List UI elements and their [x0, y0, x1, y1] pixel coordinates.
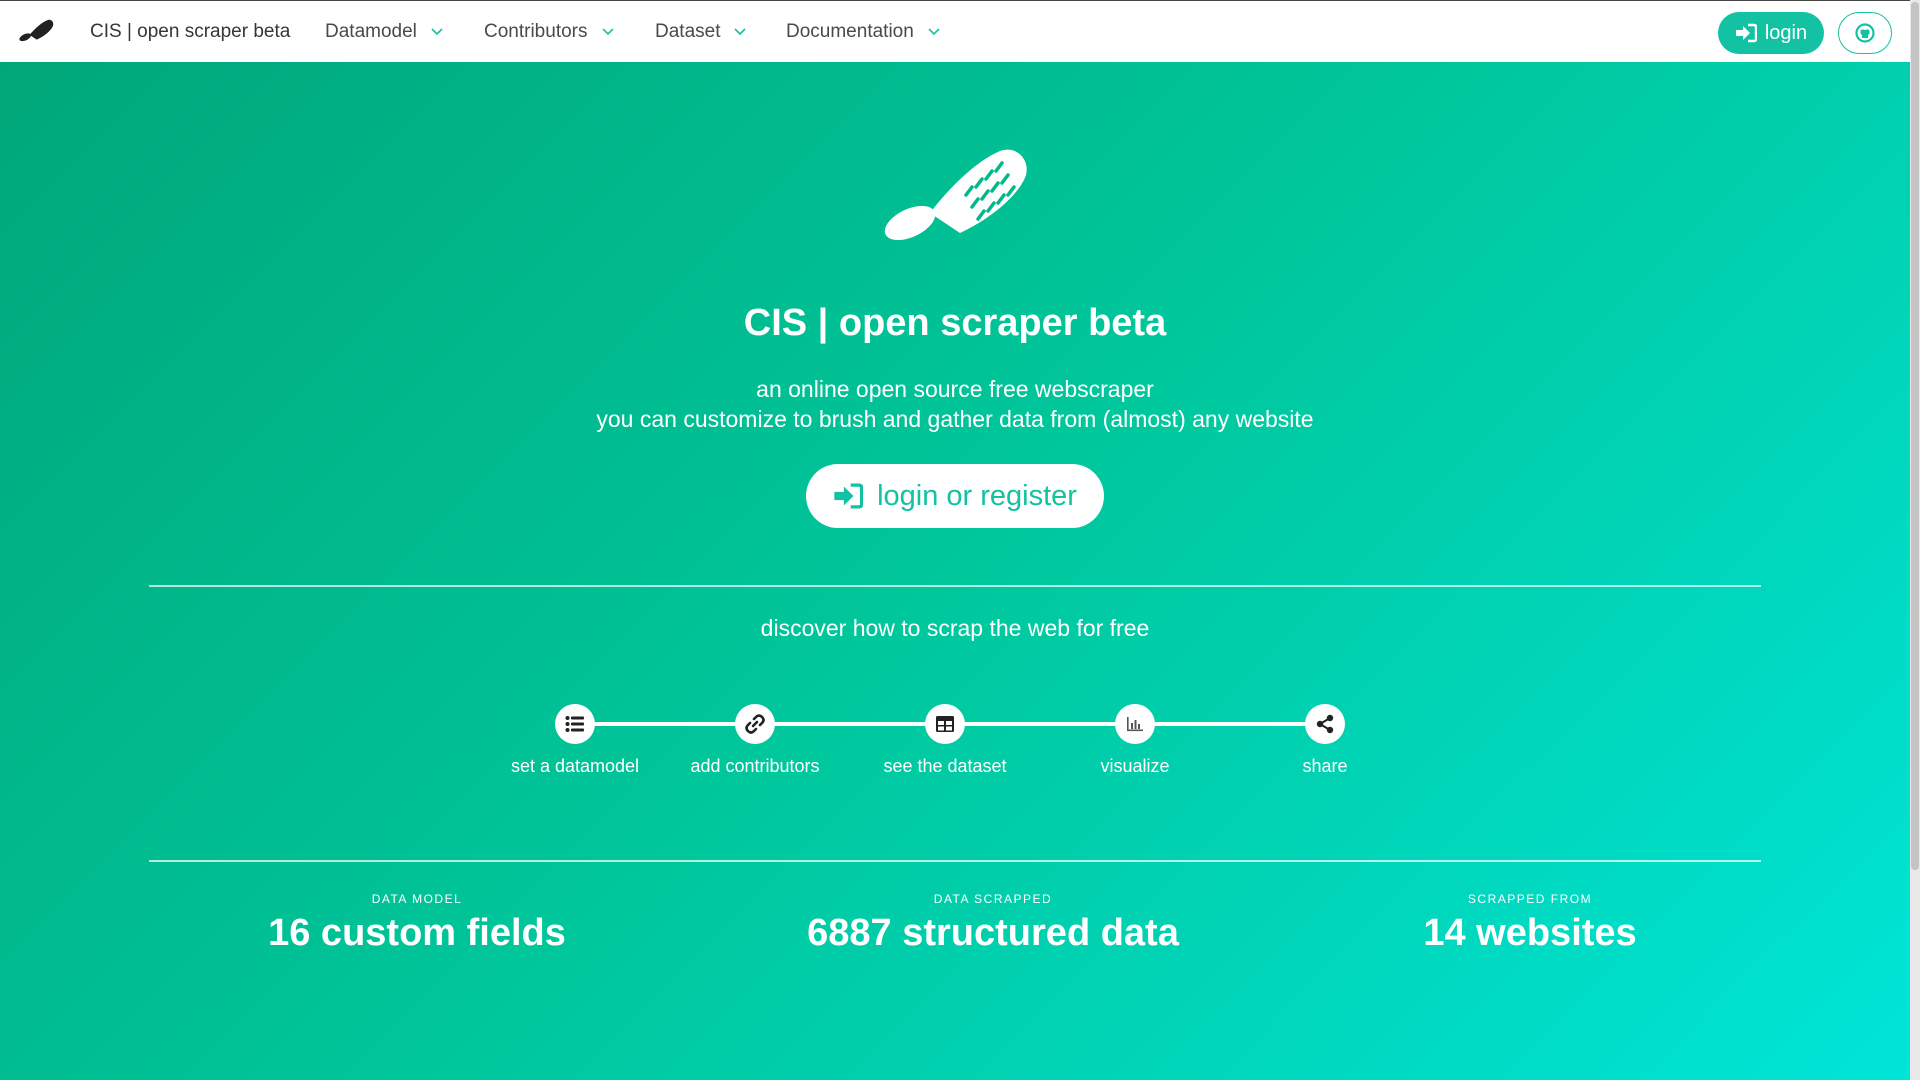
chart-icon — [1127, 717, 1143, 732]
nav-menu-documentation[interactable]: Documentation — [786, 21, 940, 43]
step-label: visualize — [1100, 756, 1170, 776]
step-share[interactable]: share — [1225, 704, 1425, 777]
step-set-datamodel[interactable]: set a datamodel — [475, 704, 675, 777]
discover-heading: discover how to scrap the web for free — [760, 615, 1150, 641]
brush-hero-icon — [884, 149, 1027, 241]
stat-value: 6887 structured data — [807, 912, 1179, 954]
step-dot — [735, 704, 775, 744]
step-dot — [555, 704, 595, 744]
step-label: share — [1302, 756, 1348, 776]
github-button[interactable] — [1838, 12, 1892, 54]
scrollbar-thumb[interactable] — [1911, 2, 1919, 870]
nav-menu-contributors[interactable]: Contributors — [484, 21, 614, 43]
step-dot — [1115, 704, 1155, 744]
list-icon — [565, 716, 584, 732]
chevron-down-icon — [601, 28, 614, 36]
login-or-register-button[interactable]: login or register — [806, 464, 1104, 528]
stat-data-model: Data model 16 custom fields — [167, 892, 667, 955]
nav-brand[interactable]: CIS | open scraper beta — [90, 21, 290, 43]
brush-logo-icon[interactable] — [18, 17, 54, 45]
step-add-contributors[interactable]: add contributors — [655, 704, 855, 777]
nav-menu-label: Contributors — [484, 21, 588, 42]
step-label: set a datamodel — [510, 756, 640, 776]
nav-menu-label: Dataset — [655, 21, 721, 42]
stat-value: 14 websites — [1423, 912, 1637, 954]
nav-menu-label: Documentation — [786, 21, 914, 42]
chevron-down-icon — [928, 28, 940, 36]
step-see-dataset[interactable]: see the dataset — [845, 704, 1045, 777]
hero-subtitle-line1: an online open source free webscraper — [756, 376, 1154, 402]
hero-title: CIS | open scraper beta — [743, 302, 1167, 344]
step-label: see the dataset — [883, 756, 1007, 776]
divider — [149, 585, 1761, 587]
stat-scrapped-from: Scrapped from 14 websites — [1280, 892, 1780, 955]
step-dot — [1305, 704, 1345, 744]
link-icon — [745, 714, 765, 734]
stat-heading: Data scrapped — [933, 892, 1053, 906]
step-dot — [925, 704, 965, 744]
step-visualize[interactable]: visualize — [1035, 704, 1235, 777]
hero-section: CIS | open scraper beta an online open s… — [0, 62, 1910, 1080]
stat-value: 16 custom fields — [268, 912, 566, 954]
step-label: add contributors — [690, 756, 820, 776]
table-icon — [936, 716, 954, 732]
nav-menu-label: Datamodel — [325, 21, 417, 42]
sign-in-icon — [834, 483, 864, 509]
divider — [149, 860, 1761, 862]
hero-subtitle-line2: you can customize to brush and gather da… — [596, 406, 1314, 432]
nav-menu-datamodel[interactable]: Datamodel — [325, 21, 443, 43]
nav-login-button[interactable]: login — [1718, 12, 1824, 54]
nav-menu-dataset[interactable]: Dataset — [655, 21, 747, 43]
stat-heading: Data model — [371, 892, 463, 906]
top-navbar: CIS | open scraper beta Datamodel Contri… — [0, 0, 1920, 62]
share-icon — [1316, 714, 1334, 734]
chevron-down-icon — [431, 28, 443, 36]
stat-data-scrapped: Data scrapped 6887 structured data — [743, 892, 1243, 955]
stat-heading: Scrapped from — [1467, 892, 1593, 906]
cta-label: login or register — [877, 479, 1077, 512]
github-icon — [1855, 23, 1875, 43]
sign-in-icon — [1735, 23, 1757, 43]
nav-login-label: login — [1764, 21, 1808, 44]
chevron-down-icon — [734, 28, 747, 36]
